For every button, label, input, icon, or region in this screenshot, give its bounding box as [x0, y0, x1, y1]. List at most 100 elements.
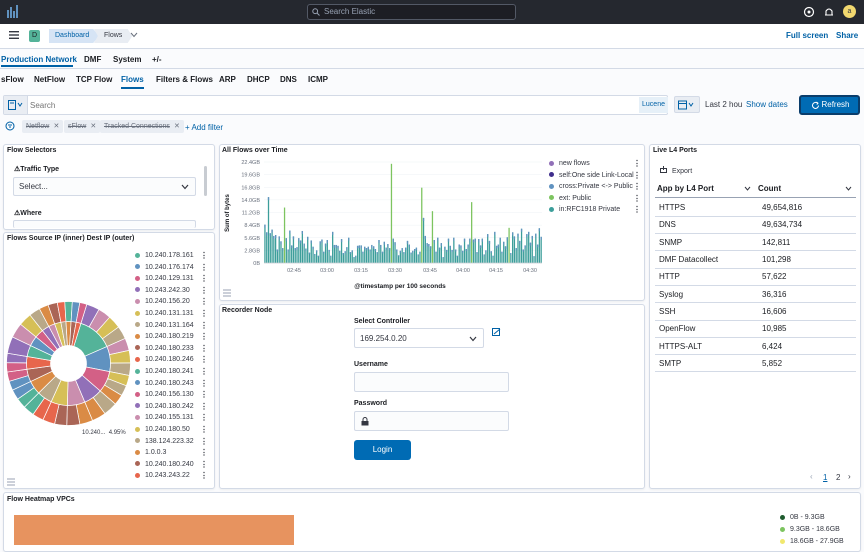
legend-item[interactable]: 10.240.131.164 ⋮ — [135, 320, 210, 332]
legend-item[interactable]: 10.240.180.243 ⋮ — [135, 378, 210, 390]
flow-bar[interactable] — [478, 239, 480, 263]
query-language-button[interactable]: Lucene — [639, 97, 668, 113]
nav-production-network[interactable]: Production Network — [1, 55, 77, 64]
flow-bar[interactable] — [280, 241, 282, 263]
query-input[interactable] — [30, 97, 630, 113]
flow-bar[interactable] — [289, 230, 291, 263]
legend-options-icon[interactable]: ⋮ — [200, 459, 208, 471]
flow-bar[interactable] — [273, 235, 275, 263]
legend-item[interactable]: 10.240.131.131 ⋮ — [135, 308, 210, 320]
legend-options-icon[interactable]: ⋮ — [200, 320, 208, 332]
flow-bar[interactable] — [512, 232, 514, 263]
legend-options-icon[interactable]: ⋮ — [200, 366, 208, 378]
legend-options-icon[interactable]: ⋮ — [200, 343, 208, 355]
legend-options-icon[interactable]: ⋮ — [200, 436, 208, 448]
flow-bar[interactable] — [437, 237, 439, 263]
password-field[interactable] — [354, 411, 509, 431]
filter-pill[interactable]: sFlow ✕ — [64, 120, 101, 133]
filter-options-icon[interactable] — [5, 121, 15, 131]
table-row[interactable]: HTTPS-ALT 6,424 — [655, 337, 856, 356]
flow-bar[interactable] — [469, 238, 471, 263]
flow-bar[interactable] — [488, 240, 491, 263]
table-row[interactable]: Syslog 36,316 — [655, 285, 856, 304]
page-1[interactable]: 1 — [823, 473, 827, 482]
nav-plus-minus[interactable]: +/- — [152, 55, 162, 64]
list-icon[interactable] — [7, 478, 15, 486]
flow-bar[interactable] — [540, 236, 542, 263]
flow-bar[interactable] — [447, 238, 450, 263]
flow-bar[interactable] — [348, 237, 350, 263]
flow-bar[interactable] — [394, 242, 396, 263]
flow-bar[interactable] — [365, 248, 368, 263]
legend-item[interactable]: 10.240.156.20 ⋮ — [135, 296, 210, 308]
close-icon[interactable]: ✕ — [174, 120, 180, 133]
flow-bar[interactable] — [467, 244, 469, 263]
tab-dhcp[interactable]: DHCP — [247, 75, 270, 84]
legend-item[interactable]: 10.240.180.242 ⋮ — [135, 401, 210, 413]
add-filter-button[interactable]: + Add filter — [185, 123, 223, 132]
flow-bar[interactable] — [408, 244, 410, 263]
space-badge[interactable]: D — [29, 30, 40, 42]
page-next[interactable]: › — [848, 472, 851, 481]
legend-options-icon[interactable]: ⋮ — [200, 447, 208, 459]
legend-options-icon[interactable]: ⋮ — [200, 389, 208, 401]
refresh-button[interactable]: Refresh — [799, 95, 860, 115]
list-icon[interactable] — [223, 289, 231, 297]
flow-bar[interactable] — [472, 239, 475, 263]
nav-dmf[interactable]: DMF — [84, 55, 101, 64]
flow-bar[interactable] — [271, 229, 273, 263]
filter-pill[interactable]: Tracked Connections ✕ — [100, 120, 184, 133]
table-row[interactable]: DNS 49,634,734 — [655, 216, 856, 235]
flow-bar[interactable] — [332, 231, 334, 263]
flow-bar[interactable] — [294, 248, 296, 263]
legend-item[interactable]: 10.240.180.240 ⋮ — [135, 459, 210, 471]
flow-bar[interactable] — [390, 163, 393, 263]
legend-options-icon[interactable]: ⋮ — [633, 204, 641, 216]
flow-bar[interactable] — [278, 236, 280, 263]
legend-item[interactable]: 0B - 9.3GB — [780, 512, 860, 524]
flow-bar[interactable] — [499, 237, 501, 263]
username-field[interactable] — [354, 372, 509, 392]
flow-bar[interactable] — [453, 237, 455, 263]
flow-bar[interactable] — [269, 233, 271, 263]
legend-item[interactable]: 18.6GB - 27.9GB — [780, 536, 860, 548]
flow-bar[interactable] — [326, 240, 328, 263]
flow-bar[interactable] — [283, 207, 286, 263]
legend-item[interactable]: cross:Private <-> Public ⋮ — [549, 181, 643, 193]
legend-item[interactable]: new flows ⋮ — [549, 158, 643, 170]
legend-item[interactable]: self:One side Link-Local ⋮ — [549, 170, 643, 182]
table-row[interactable]: SSH 16,606 — [655, 302, 856, 321]
legend-options-icon[interactable]: ⋮ — [200, 354, 208, 366]
legend-item[interactable]: 10.240.129.131 ⋮ — [135, 273, 210, 285]
legend-item[interactable]: 10.240.180.50 ⋮ — [135, 424, 210, 436]
flow-bar[interactable] — [274, 235, 277, 263]
legend-item[interactable]: 9.3GB - 18.6GB — [780, 524, 860, 536]
tab-icmp[interactable]: ICMP — [308, 75, 328, 84]
legend-item[interactable]: 10.240.180.241 ⋮ — [135, 366, 210, 378]
flow-bar[interactable] — [340, 239, 343, 263]
legend-options-icon[interactable]: ⋮ — [633, 193, 641, 205]
legend-item[interactable]: 1.0.0.3 ⋮ — [135, 447, 210, 459]
legend-item[interactable]: 10.240.178.161 ⋮ — [135, 250, 210, 262]
edit-icon[interactable] — [492, 328, 501, 337]
legend-item[interactable]: 10.240.180.246 ⋮ — [135, 354, 210, 366]
flow-bar[interactable] — [513, 236, 516, 263]
page-2[interactable]: 2 — [836, 473, 840, 482]
legend-item[interactable]: ext: Public ⋮ — [549, 193, 643, 205]
flow-bar[interactable] — [481, 238, 483, 263]
login-button[interactable]: Login — [354, 440, 411, 460]
flow-bar[interactable] — [401, 248, 403, 263]
flow-bar[interactable] — [424, 235, 426, 263]
legend-options-icon[interactable]: ⋮ — [200, 412, 208, 424]
time-range-label[interactable]: Last 2 hou — [705, 100, 742, 109]
flow-bar[interactable] — [344, 251, 346, 263]
column-app[interactable]: App by L4 Port — [657, 184, 714, 193]
flow-bar[interactable] — [508, 227, 510, 263]
flow-bar[interactable] — [321, 239, 323, 263]
tab-netflow[interactable]: NetFlow — [34, 75, 65, 84]
notifications-icon[interactable] — [823, 6, 835, 18]
legend-item[interactable]: in:RFC1918 Private ⋮ — [549, 204, 643, 216]
flow-bar[interactable] — [389, 248, 391, 263]
legend-options-icon[interactable]: ⋮ — [633, 158, 641, 170]
legend-options-icon[interactable]: ⋮ — [633, 170, 641, 182]
